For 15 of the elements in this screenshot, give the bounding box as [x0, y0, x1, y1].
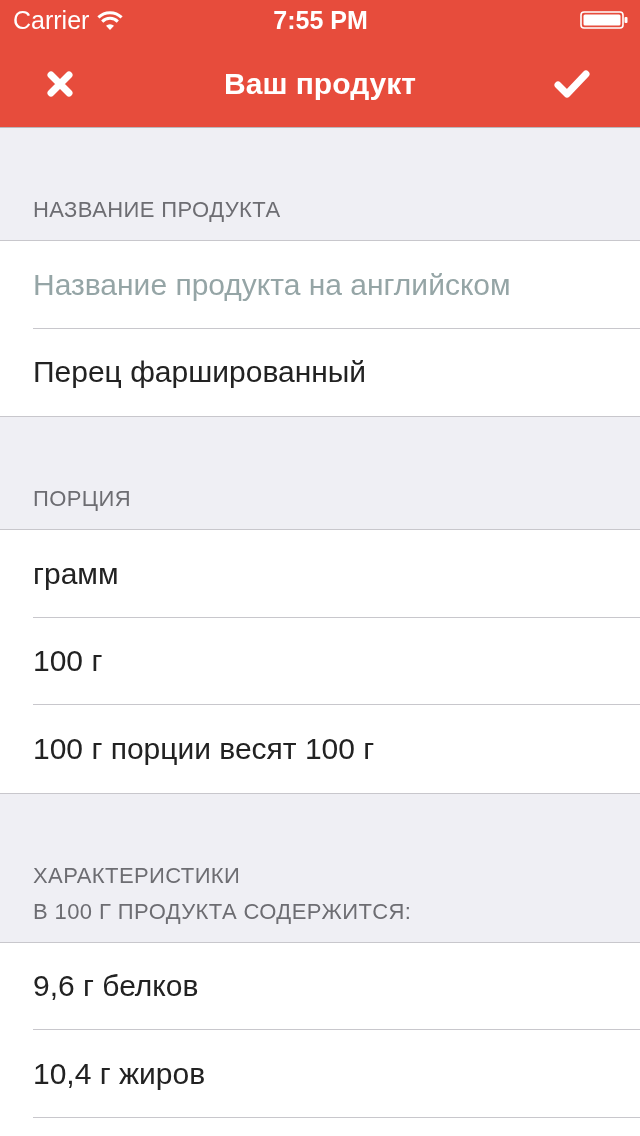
list-item[interactable]: 100 г порции весят 100 г [0, 705, 640, 793]
battery-icon [580, 11, 628, 29]
check-icon [554, 69, 590, 98]
list-item[interactable]: грамм [0, 530, 640, 618]
close-icon [46, 69, 74, 98]
section-header: ХАРАКТЕРИСТИКИ В 100 Г ПРОДУКТА СОДЕРЖИТСЯ: [32, 861, 413, 926]
carrier-label: Carrier [13, 5, 90, 35]
text-field[interactable]: Перец фаршированный [0, 328, 640, 416]
screen-title: Ваш продукт [224, 65, 416, 102]
section-header: НАЗВАНИЕ ПРОДУКТА [32, 196, 282, 224]
section-header: ПОРЦИЯ [32, 485, 132, 513]
status-time: 7:55 PM [273, 5, 368, 35]
text-field[interactable]: Название продукта на английском [0, 241, 640, 329]
wifi-icon [97, 10, 124, 30]
list-item[interactable]: 100 г [0, 617, 640, 705]
